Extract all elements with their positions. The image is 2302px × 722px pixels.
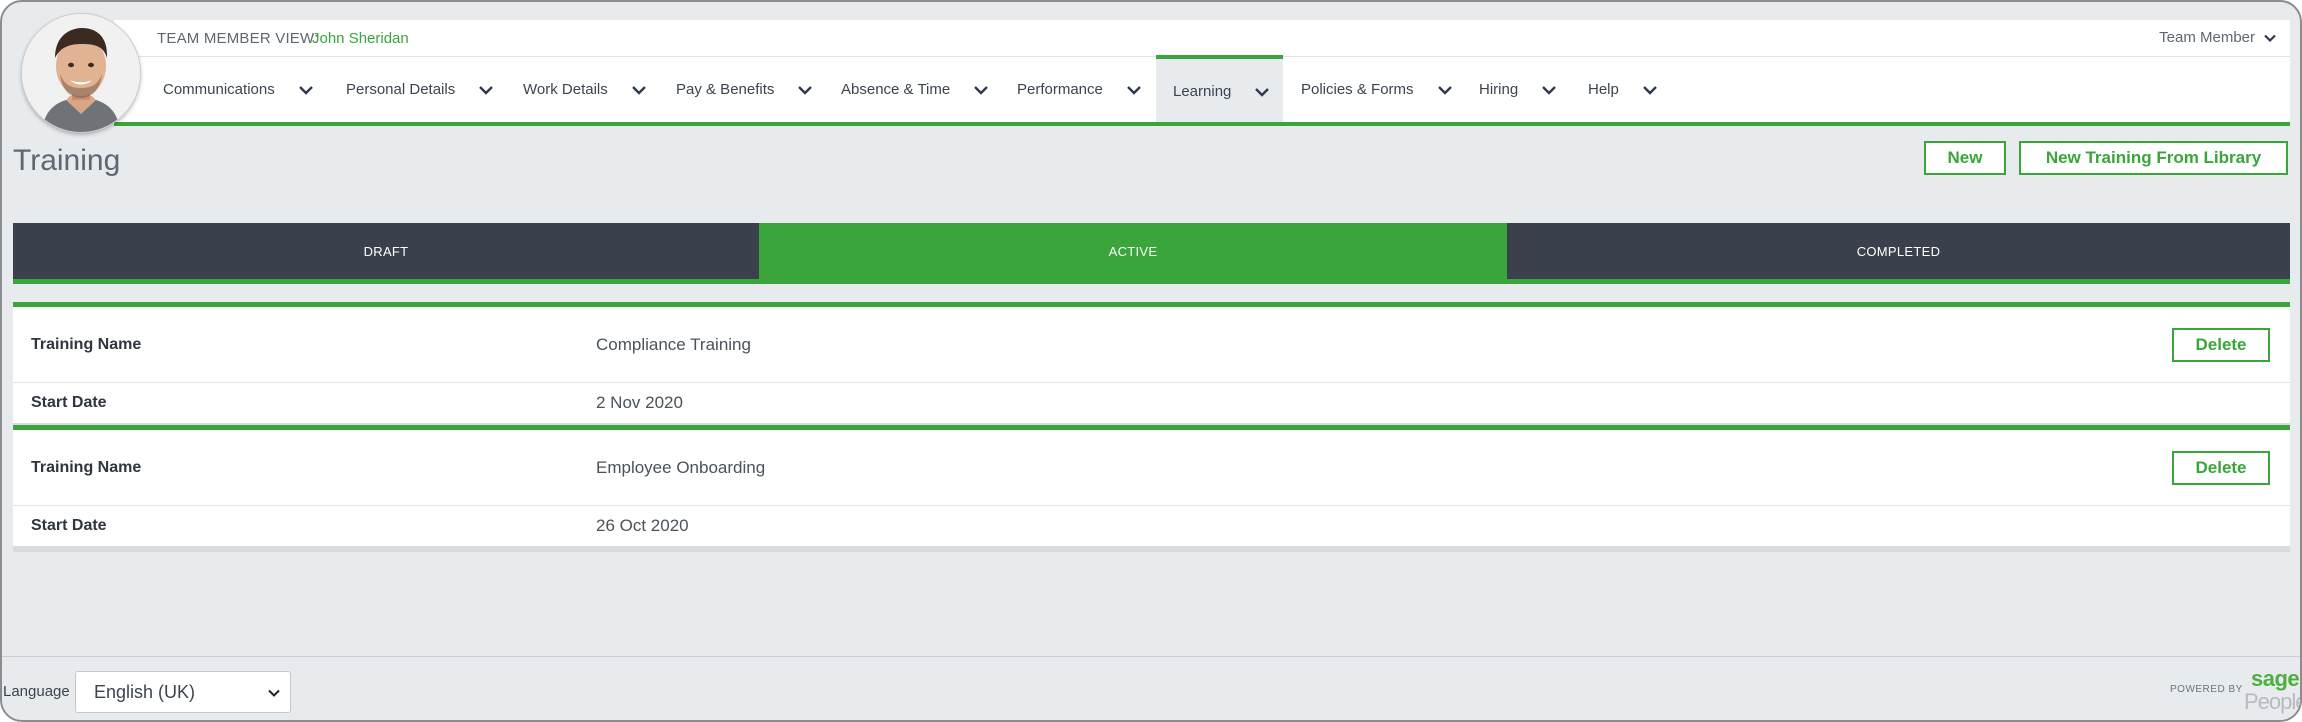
page-title: Training <box>13 144 121 177</box>
chevron-down-icon <box>479 84 494 96</box>
start-date-row: Start Date 2 Nov 2020 <box>13 383 2290 429</box>
header-accent-bar <box>114 122 2290 126</box>
nav-item-label: Personal Details <box>346 81 456 98</box>
nav-item-label: Help <box>1588 81 1619 98</box>
nav-item-label: Absence & Time <box>841 81 951 98</box>
team-member-name[interactable]: John Sheridan <box>312 30 409 47</box>
delete-button[interactable]: Delete <box>2172 328 2270 362</box>
people-logo-text: People <box>2244 689 2302 714</box>
tab-active[interactable]: ACTIVE <box>759 223 1507 279</box>
nav-item-communications[interactable]: Communications <box>163 57 313 122</box>
nav-item-label: Communications <box>163 81 275 98</box>
training-name-row: Training Name Employee Onboarding Delete <box>13 430 2290 506</box>
nav-item-personal-details[interactable]: Personal Details <box>346 57 494 122</box>
chevron-down-icon <box>298 84 313 96</box>
language-select[interactable]: English (UK) <box>75 671 291 713</box>
chevron-down-icon <box>798 84 813 96</box>
chevron-down-icon <box>1643 84 1657 96</box>
chevron-down-icon <box>1255 86 1270 98</box>
start-date-label: Start Date <box>31 394 107 411</box>
training-name-value: Compliance Training <box>596 334 751 354</box>
footer: Language English (UK) POWERED BY sage Pe… <box>2 656 2302 720</box>
team-member-view-label: TEAM MEMBER VIEW: <box>157 30 319 47</box>
powered-by-label: POWERED BY <box>2170 684 2243 695</box>
nav-item-label: Learning <box>1173 83 1232 100</box>
top-header: TEAM MEMBER VIEW: John Sheridan Team Mem… <box>114 20 2290 126</box>
nav-item-label: Policies & Forms <box>1301 81 1414 98</box>
nav-item-label: Performance <box>1017 81 1103 98</box>
status-tabs: DRAFT ACTIVE COMPLETED <box>13 223 2290 284</box>
role-switcher[interactable]: Team Member <box>2159 29 2276 46</box>
nav-item-label: Pay & Benefits <box>676 81 775 98</box>
chevron-down-icon <box>2264 32 2276 44</box>
language-label: Language <box>3 683 70 700</box>
nav-item-work-details[interactable]: Work Details <box>523 57 646 122</box>
chevron-down-icon <box>974 84 989 96</box>
training-record: Training Name Compliance Training Delete… <box>13 302 2290 429</box>
chevron-down-icon <box>268 687 280 699</box>
nav-item-policies-forms[interactable]: Policies & Forms <box>1301 57 1452 122</box>
start-date-value: 2 Nov 2020 <box>596 393 683 412</box>
new-training-from-library-button[interactable]: New Training From Library <box>2019 141 2288 175</box>
language-value: English (UK) <box>94 681 196 702</box>
nav-item-absence-time[interactable]: Absence & Time <box>841 57 989 122</box>
nav-item-learning[interactable]: Learning <box>1156 55 1283 124</box>
start-date-row: Start Date 26 Oct 2020 <box>13 506 2290 552</box>
chevron-down-icon <box>631 84 646 96</box>
new-button[interactable]: New <box>1924 141 2006 175</box>
chevron-down-icon <box>1127 84 1141 96</box>
training-name-row: Training Name Compliance Training Delete <box>13 307 2290 383</box>
nav-item-label: Work Details <box>523 81 608 98</box>
chevron-down-icon <box>1542 84 1557 96</box>
training-name-label: Training Name <box>31 335 142 353</box>
training-name-value: Employee Onboarding <box>596 457 766 477</box>
training-record: Training Name Employee Onboarding Delete… <box>13 425 2290 552</box>
app-window: TEAM MEMBER VIEW: John Sheridan Team Mem… <box>0 0 2302 722</box>
training-name-label: Training Name <box>31 458 142 476</box>
chevron-down-icon <box>1437 84 1452 96</box>
start-date-label: Start Date <box>31 517 107 534</box>
nav-item-help[interactable]: Help <box>1588 57 1657 122</box>
nav-item-hiring[interactable]: Hiring <box>1479 57 1557 122</box>
main-nav: Communications Personal Details Work Det… <box>114 55 2290 124</box>
role-label: Team Member <box>2159 29 2255 46</box>
delete-button[interactable]: Delete <box>2172 451 2270 485</box>
user-avatar[interactable] <box>22 14 140 132</box>
nav-item-performance[interactable]: Performance <box>1017 57 1141 122</box>
tab-completed[interactable]: COMPLETED <box>1507 223 2290 279</box>
avatar-photo <box>22 14 140 132</box>
nav-item-pay-benefits[interactable]: Pay & Benefits <box>676 57 813 122</box>
nav-item-label: Hiring <box>1479 81 1519 98</box>
tab-draft[interactable]: DRAFT <box>13 223 759 279</box>
start-date-value: 26 Oct 2020 <box>596 516 689 535</box>
